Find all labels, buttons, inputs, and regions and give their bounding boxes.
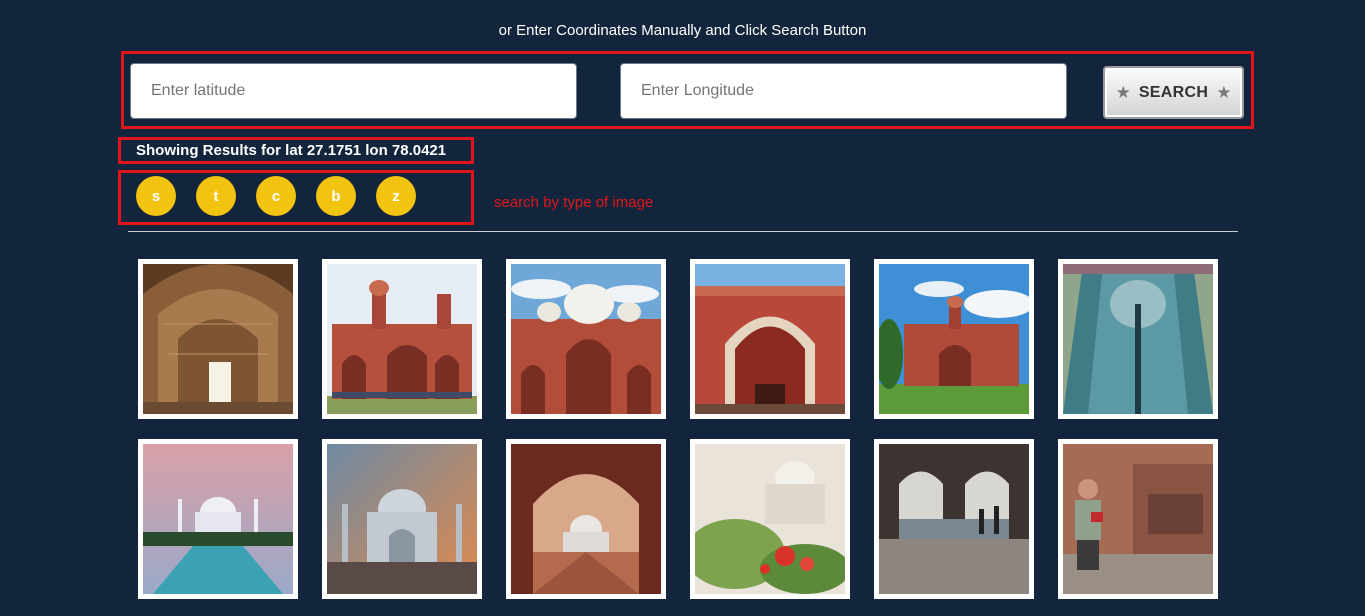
gallery-image-8[interactable] bbox=[322, 439, 482, 599]
type-button-t[interactable]: t bbox=[196, 176, 236, 216]
gallery-image-9[interactable] bbox=[506, 439, 666, 599]
taj-mahal-sunset-image bbox=[327, 444, 477, 594]
red-sandstone-mosque-image bbox=[327, 264, 477, 414]
search-button[interactable]: ★ SEARCH ★ bbox=[1103, 66, 1244, 119]
arched-interior-image bbox=[143, 264, 293, 414]
gallery-image-3[interactable] bbox=[506, 259, 666, 419]
gallery-image-4[interactable] bbox=[690, 259, 850, 419]
gallery-image-12[interactable] bbox=[1058, 439, 1218, 599]
search-button-label: SEARCH bbox=[1138, 83, 1209, 101]
gallery-image-2[interactable] bbox=[322, 259, 482, 419]
reflection-pool-image bbox=[1063, 264, 1213, 414]
gallery-image-7[interactable] bbox=[138, 439, 298, 599]
latitude-input[interactable] bbox=[130, 63, 577, 119]
type-button-c[interactable]: c bbox=[256, 176, 296, 216]
type-button-b[interactable]: b bbox=[316, 176, 356, 216]
gallery-image-11[interactable] bbox=[874, 439, 1034, 599]
gallery-image-5[interactable] bbox=[874, 259, 1034, 419]
divider bbox=[128, 231, 1238, 232]
star-icon: ★ bbox=[1115, 83, 1131, 102]
pavilion-view-image bbox=[879, 444, 1029, 594]
star-icon: ★ bbox=[1216, 83, 1232, 102]
instruction-text: or Enter Coordinates Manually and Click … bbox=[498, 22, 867, 39]
woman-by-ruins-image bbox=[1063, 444, 1213, 594]
red-fort-with-domes-image bbox=[511, 264, 661, 414]
red-building-on-lawn-image bbox=[879, 264, 1029, 414]
gallery-image-1[interactable] bbox=[138, 259, 298, 419]
great-gate-closeup-image bbox=[695, 264, 845, 414]
longitude-input[interactable] bbox=[620, 63, 1067, 119]
type-hint-text: search by type of image bbox=[494, 194, 654, 211]
page: or Enter Coordinates Manually and Click … bbox=[0, 0, 1365, 616]
type-button-z[interactable]: z bbox=[376, 176, 416, 216]
gallery-image-6[interactable] bbox=[1058, 259, 1218, 419]
taj-through-archway-image bbox=[511, 444, 661, 594]
results-text: Showing Results for lat 27.1751 lon 78.0… bbox=[136, 142, 447, 159]
type-button-s[interactable]: s bbox=[136, 176, 176, 216]
taj-mahal-reflection-image bbox=[143, 444, 293, 594]
blurred-taj-with-flowers-image bbox=[695, 444, 845, 594]
gallery-image-10[interactable] bbox=[690, 439, 850, 599]
